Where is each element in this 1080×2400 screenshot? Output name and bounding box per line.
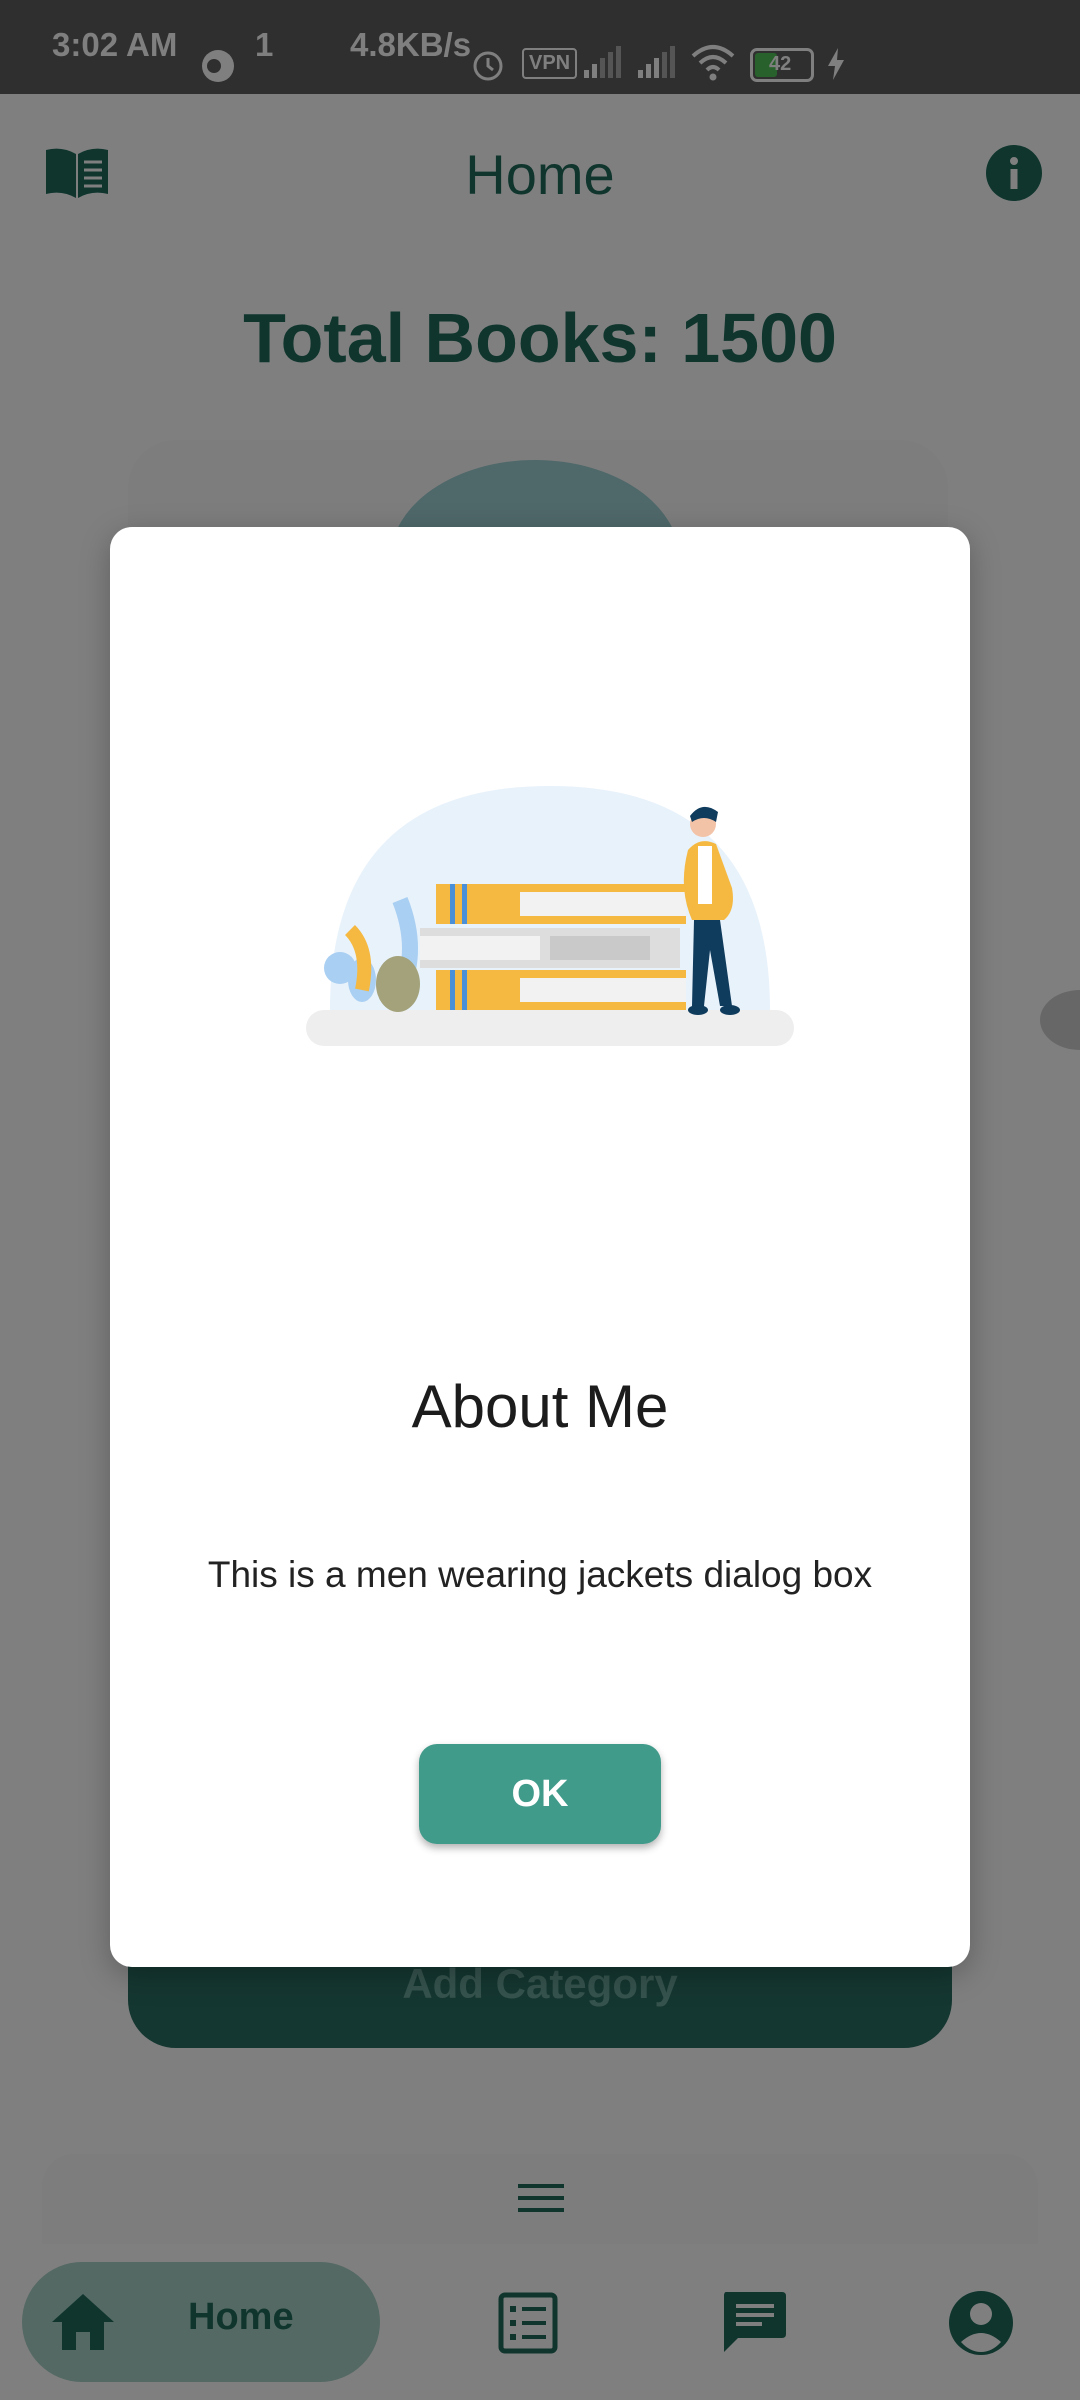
ok-button[interactable]: OK bbox=[419, 1744, 661, 1844]
dialog-message: This is a men wearing jackets dialog box bbox=[207, 1554, 873, 1595]
dialog-title: About Me bbox=[411, 1373, 669, 1440]
books-illustration bbox=[306, 786, 794, 1046]
